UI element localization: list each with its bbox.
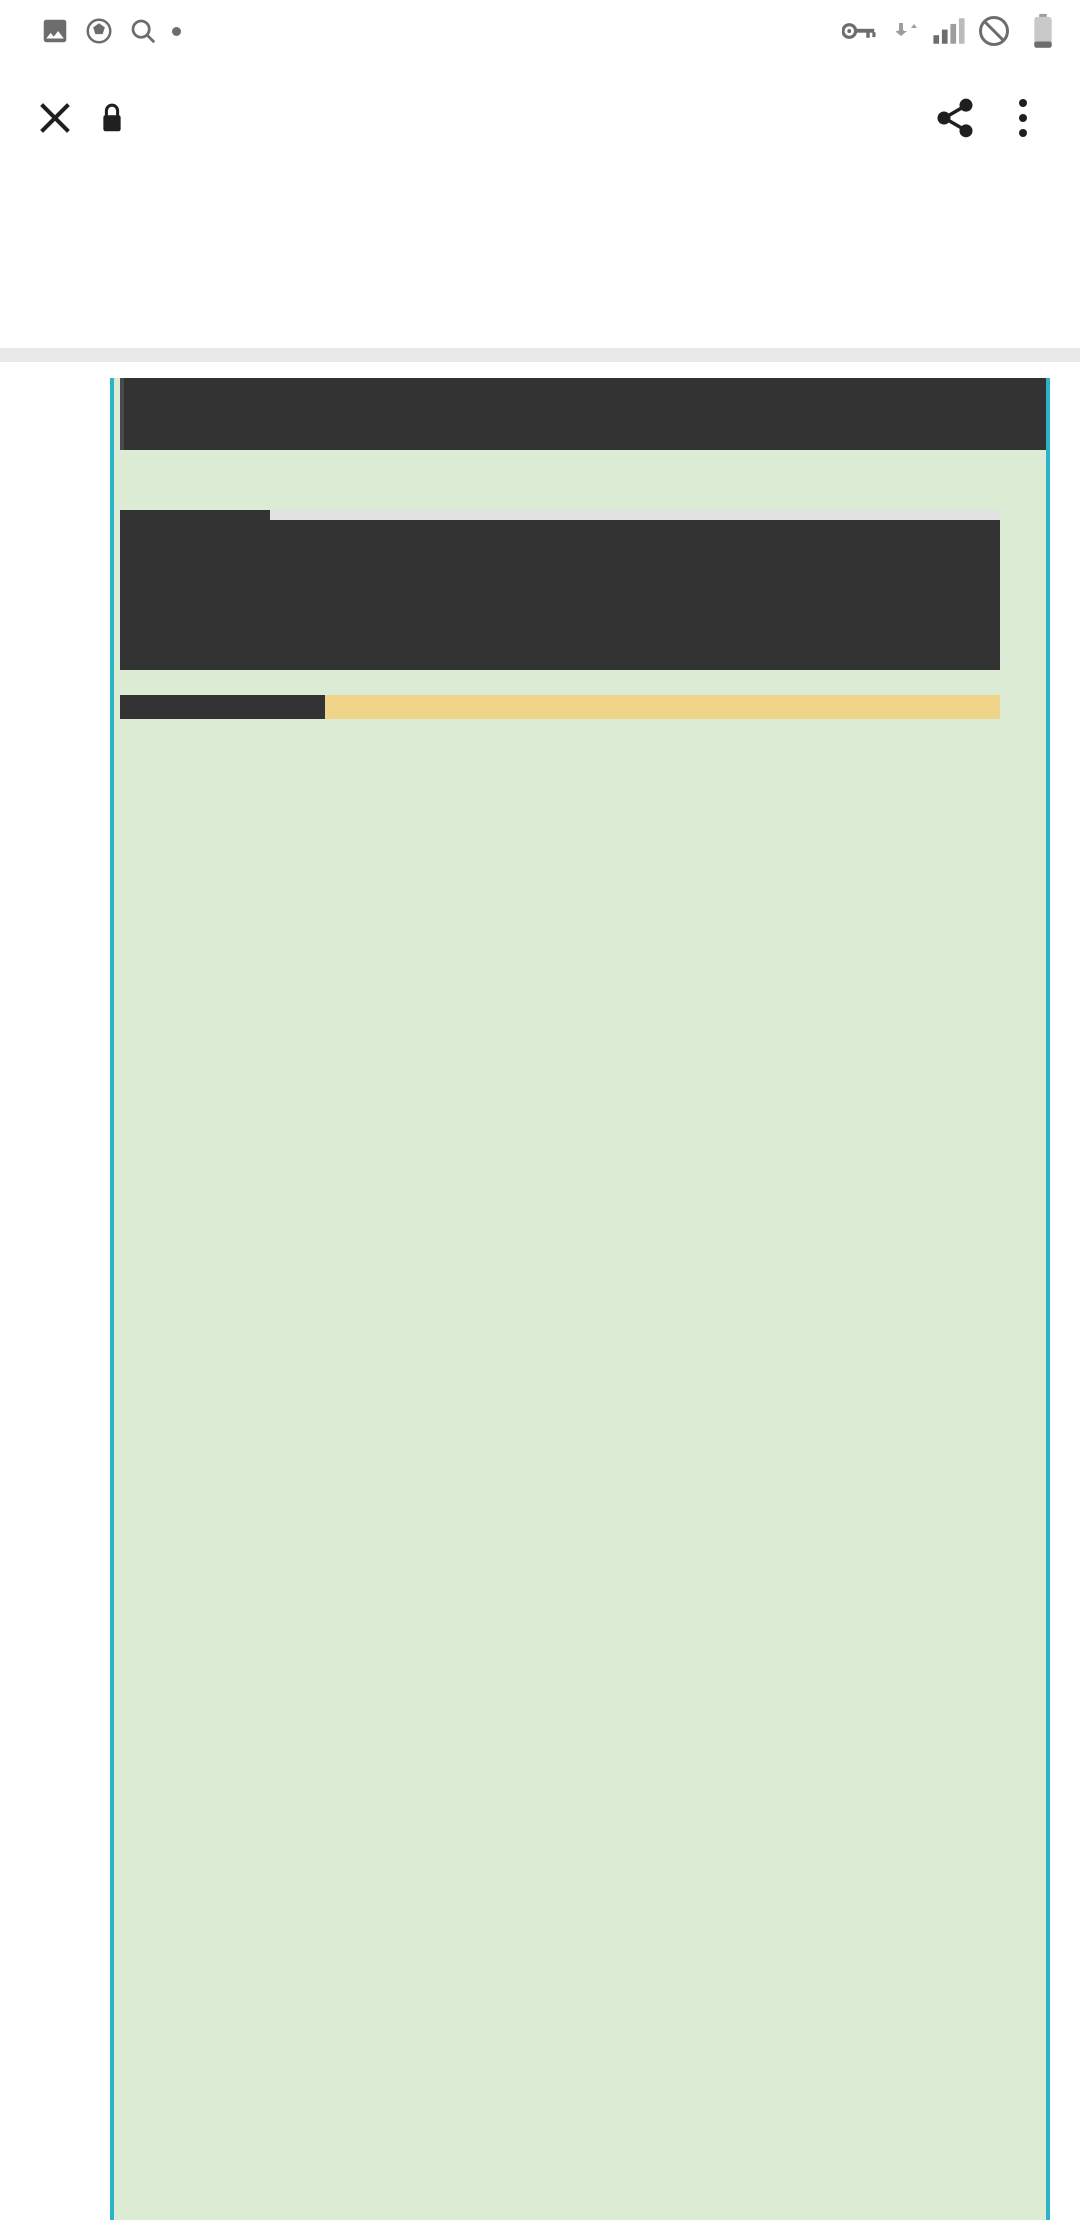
content-top-strip xyxy=(0,348,1080,362)
4g-data-icon xyxy=(895,22,922,41)
article-body xyxy=(110,378,1050,2220)
dot-icon xyxy=(172,26,181,36)
status-bar xyxy=(0,0,1080,62)
hud-bottom-sidebar[interactable] xyxy=(120,695,325,719)
soccer-ball-icon xyxy=(86,18,112,44)
article-paragraph xyxy=(114,719,1046,761)
browser-toolbar xyxy=(0,62,1080,174)
close-button[interactable] xyxy=(22,85,88,151)
mute-icon xyxy=(979,16,1009,46)
hand-action-bar xyxy=(120,378,1046,450)
menu-dot xyxy=(1019,114,1027,122)
search-icon xyxy=(131,19,156,44)
overflow-menu-button[interactable] xyxy=(992,99,1054,137)
hud-bottom-table xyxy=(325,695,1000,719)
status-bar-left xyxy=(26,16,181,46)
battery-icon xyxy=(1034,13,1052,48)
share-button[interactable] xyxy=(918,96,992,140)
hud-popup-cbet xyxy=(120,695,1000,719)
image-icon xyxy=(43,19,67,43)
hud-popup-3bet xyxy=(120,510,1000,670)
status-bar-right xyxy=(842,13,1054,49)
hud-top-watermark xyxy=(270,510,1000,520)
hud-top-empty-area xyxy=(270,520,1000,670)
menu-dot xyxy=(1019,129,1027,137)
page-wrapper xyxy=(0,174,1080,2220)
key-icon xyxy=(842,23,876,39)
address-block[interactable] xyxy=(136,116,918,120)
hud-top-sidebar[interactable] xyxy=(120,510,270,670)
menu-dot xyxy=(1019,99,1027,107)
webview-content[interactable] xyxy=(0,348,1080,2220)
lock-icon xyxy=(88,102,136,134)
hud-top-table xyxy=(270,510,1000,670)
signal-icon xyxy=(933,18,965,44)
